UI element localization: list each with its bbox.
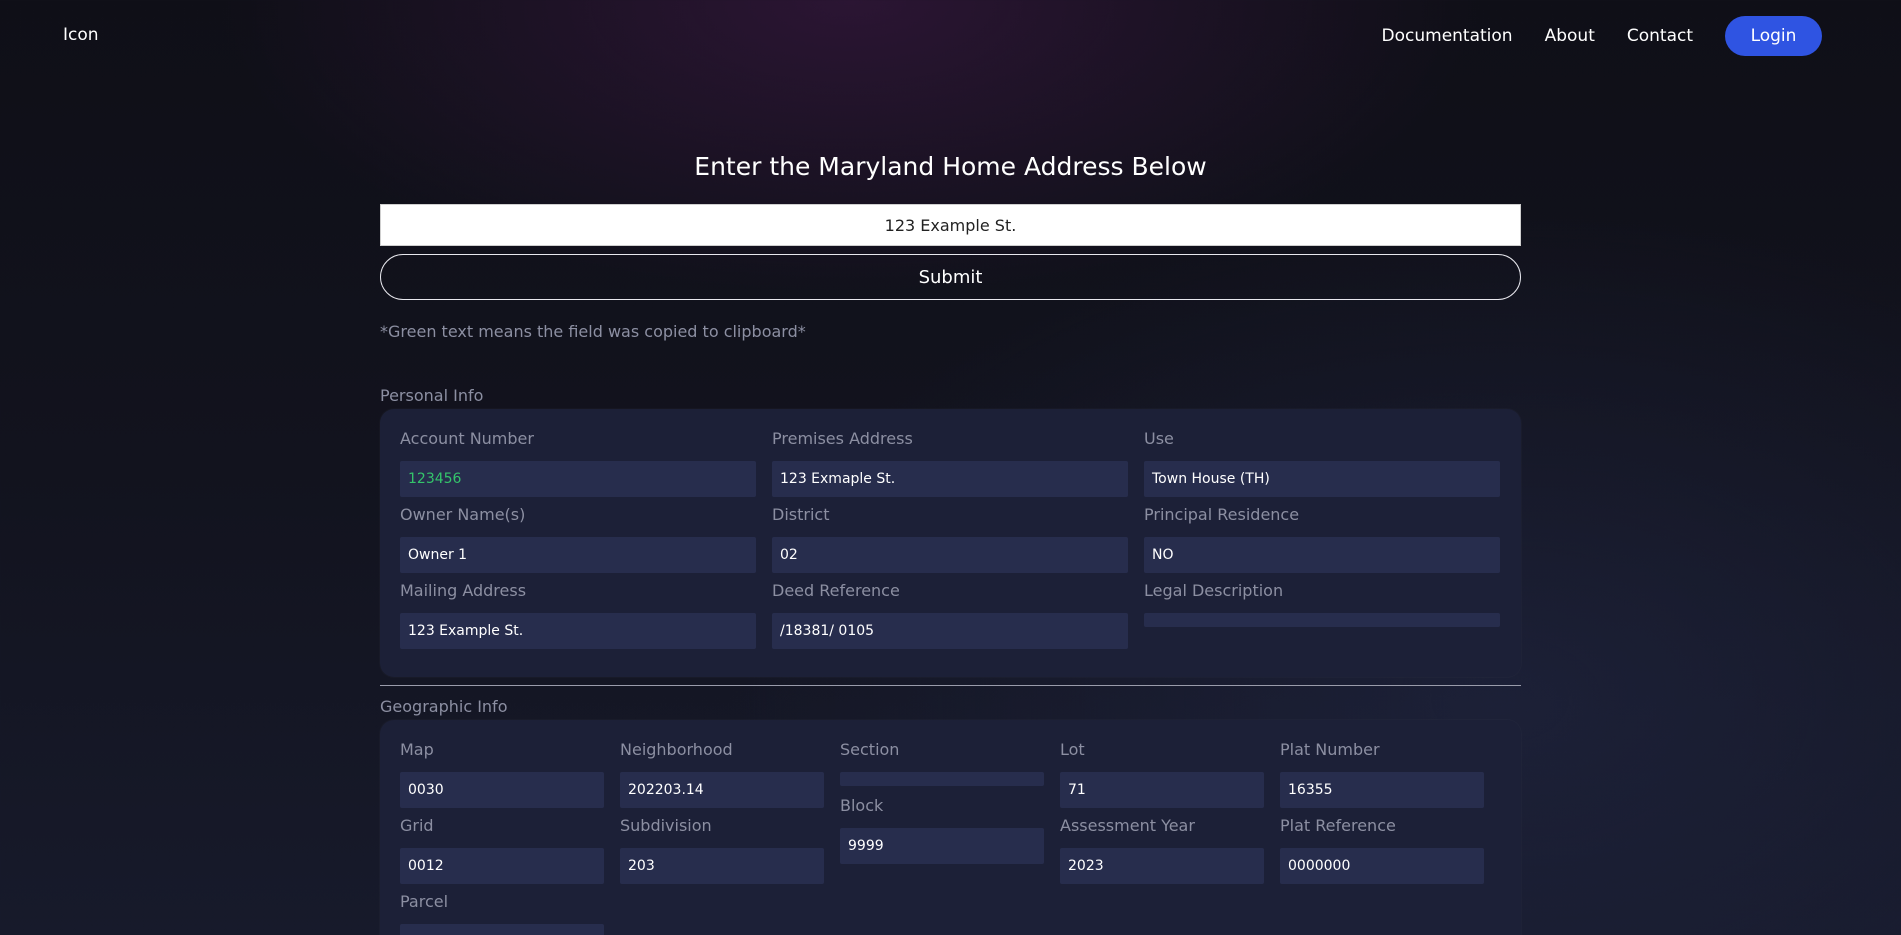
owner-names-label: Owner Name(s): [400, 505, 526, 524]
plat-reference-field[interactable]: 0000000: [1280, 848, 1484, 884]
use-label: Use: [1144, 429, 1174, 448]
premises-address-label: Premises Address: [772, 429, 913, 448]
district-field[interactable]: 02: [772, 537, 1128, 573]
mailing-address-field[interactable]: 123 Example St.: [400, 613, 756, 649]
principal-residence-field[interactable]: NO: [1144, 537, 1500, 573]
map-label: Map: [400, 740, 434, 759]
section-label: Section: [840, 740, 900, 759]
brand-logo[interactable]: Icon: [63, 25, 99, 45]
lot-label: Lot: [1060, 740, 1085, 759]
account-number-label: Account Number: [400, 429, 534, 448]
section-field[interactable]: [840, 772, 1044, 786]
nav-link-contact[interactable]: Contact: [1627, 26, 1693, 46]
legal-description-field[interactable]: [1144, 613, 1500, 627]
principal-residence-label: Principal Residence: [1144, 505, 1300, 524]
top-navbar: Icon Documentation About Contact Login: [0, 0, 1901, 72]
grid-field[interactable]: 0012: [400, 848, 604, 884]
premises-address-field[interactable]: 123 Exmaple St.: [772, 461, 1128, 497]
subdivision-label: Subdivision: [620, 816, 712, 835]
section-divider: [380, 685, 1521, 686]
account-number-field[interactable]: 123456: [400, 461, 756, 497]
assessment-year-label: Assessment Year: [1060, 816, 1195, 835]
neighborhood-label: Neighborhood: [620, 740, 733, 759]
subdivision-field[interactable]: 203: [620, 848, 824, 884]
address-input[interactable]: [380, 204, 1521, 246]
geographic-info-card: Map 0030 Grid 0012 Parcel Neighborhood 2…: [380, 720, 1521, 935]
parcel-field[interactable]: [400, 924, 604, 935]
personal-info-card: Account Number 123456 Premises Address 1…: [380, 409, 1521, 677]
grid-label: Grid: [400, 816, 434, 835]
login-button[interactable]: Login: [1725, 16, 1822, 56]
plat-number-label: Plat Number: [1280, 740, 1380, 759]
nav-links: Documentation About Contact Login: [1382, 16, 1822, 56]
use-field[interactable]: Town House (TH): [1144, 461, 1500, 497]
legal-description-label: Legal Description: [1144, 581, 1284, 600]
owner-names-field[interactable]: Owner 1: [400, 537, 756, 573]
deed-reference-field[interactable]: /18381/ 0105: [772, 613, 1128, 649]
page-title: Enter the Maryland Home Address Below: [694, 152, 1207, 181]
nav-link-documentation[interactable]: Documentation: [1382, 26, 1513, 46]
clipboard-note: *Green text means the field was copied t…: [380, 322, 806, 341]
assessment-year-field[interactable]: 2023: [1060, 848, 1264, 884]
deed-reference-label: Deed Reference: [772, 581, 900, 600]
lot-field[interactable]: 71: [1060, 772, 1264, 808]
mailing-address-label: Mailing Address: [400, 581, 527, 600]
geographic-info-title: Geographic Info: [380, 697, 508, 716]
submit-button[interactable]: Submit: [380, 254, 1521, 300]
neighborhood-field[interactable]: 202203.14: [620, 772, 824, 808]
block-label: Block: [840, 796, 884, 815]
parcel-label: Parcel: [400, 892, 449, 911]
block-field[interactable]: 9999: [840, 828, 1044, 864]
personal-info-title: Personal Info: [380, 386, 484, 405]
map-field[interactable]: 0030: [400, 772, 604, 808]
district-label: District: [772, 505, 830, 524]
plat-number-field[interactable]: 16355: [1280, 772, 1484, 808]
plat-reference-label: Plat Reference: [1280, 816, 1396, 835]
nav-link-about[interactable]: About: [1545, 26, 1595, 46]
